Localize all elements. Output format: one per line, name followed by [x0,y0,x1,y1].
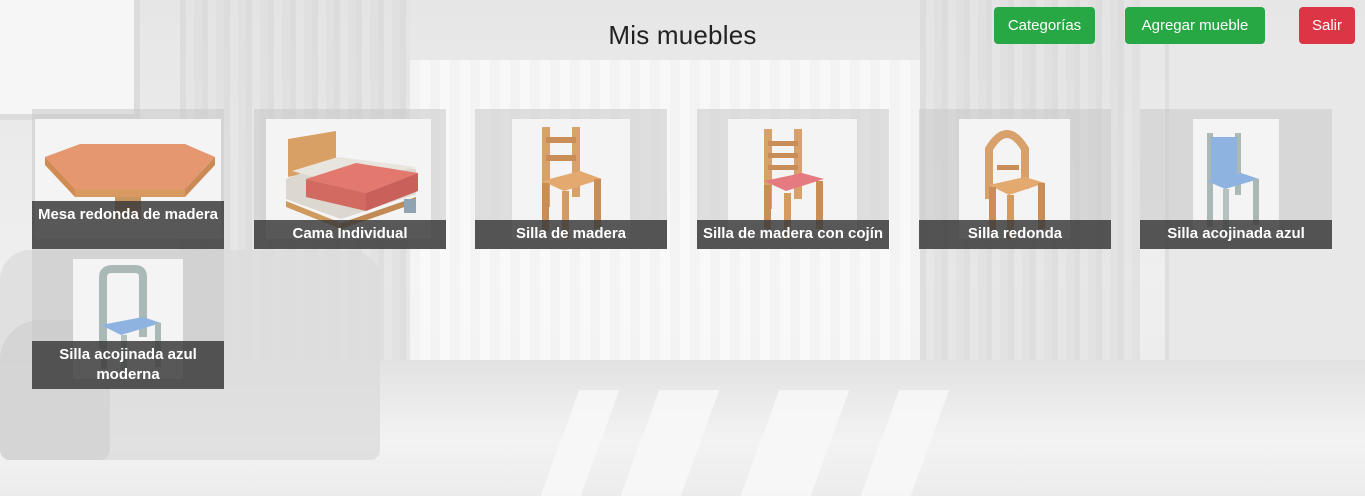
furniture-name: Mesa redonda de madera [32,201,224,249]
furniture-card[interactable]: Silla de madera con cojín [697,109,889,249]
furniture-card[interactable]: Silla acojinada azul [1140,109,1332,249]
furniture-name: Silla acojinada azul moderna [32,341,224,389]
categories-button[interactable]: Categorías [994,7,1095,44]
add-furniture-button[interactable]: Agregar mueble [1125,7,1265,44]
furniture-name: Silla redonda [919,220,1111,249]
furniture-card[interactable]: Silla redonda [919,109,1111,249]
furniture-name: Silla acojinada azul [1140,220,1332,249]
furniture-card[interactable]: Silla acojinada azul moderna [32,249,224,389]
furniture-card[interactable]: Mesa redonda de madera [32,109,224,249]
furniture-card[interactable]: Silla de madera [475,109,667,249]
furniture-name: Silla de madera con cojín [697,220,889,249]
furniture-name: Silla de madera [475,220,667,249]
furniture-card[interactable]: Cama Individual [254,109,446,249]
furniture-name: Cama Individual [254,220,446,249]
exit-button[interactable]: Salir [1299,7,1355,44]
header: Mis muebles Categorías Agregar mueble Sa… [0,0,1365,70]
